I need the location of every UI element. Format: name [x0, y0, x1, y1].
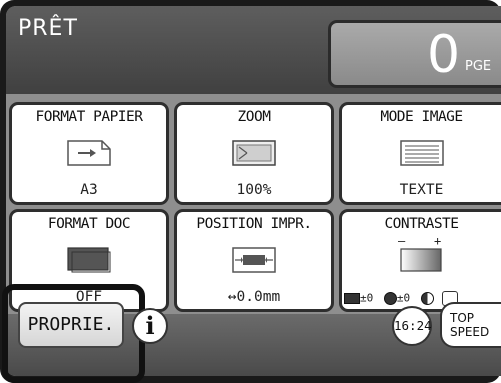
tile-value: TEXTE — [399, 182, 444, 198]
printer-panel: PRÊT 0 PGE FORMAT PAPIER A3 ZOOM 100% MO… — [0, 0, 501, 383]
counter-unit: PGE — [465, 59, 492, 74]
page-counter: 0 PGE — [328, 20, 501, 88]
settings-grid: FORMAT PAPIER A3 ZOOM 100% MODE IMAGE TE… — [6, 94, 501, 314]
tile-paper-size[interactable]: FORMAT PAPIER A3 — [9, 102, 169, 205]
info-button[interactable]: i — [132, 308, 168, 344]
half-tone-icon — [420, 292, 434, 305]
tile-label: CONTRASTE — [384, 216, 459, 232]
speed-label-top: TOP — [450, 311, 475, 325]
custom-button[interactable]: PROPRIE. — [18, 302, 124, 348]
contrast-dial-icon — [383, 292, 397, 305]
tile-contrast[interactable]: CONTRASTE – + ±0 ±0 — [339, 209, 501, 312]
text-mode-icon — [399, 140, 444, 166]
print-position-icon — [232, 247, 276, 273]
tile-image-mode[interactable]: MODE IMAGE TEXTE — [339, 102, 501, 205]
contrast-readout: ±0 — [396, 291, 411, 305]
tile-zoom[interactable]: ZOOM 100% — [174, 102, 334, 205]
tile-label: ZOOM — [237, 109, 271, 125]
status-text: PRÊT — [18, 16, 78, 41]
counter-value: 0 — [427, 25, 461, 85]
contrast-scale-labels: – + — [398, 234, 458, 248]
density-readout: ±0 — [360, 291, 374, 305]
tile-print-position[interactable]: POSITION IMPR. ↔0.0mm — [174, 209, 334, 312]
zoom-icon — [232, 140, 276, 166]
contrast-plus: + — [434, 234, 442, 248]
tile-label: FORMAT DOC — [47, 216, 131, 232]
top-speed-button[interactable]: TOP SPEED — [440, 302, 501, 348]
tile-value: A3 — [80, 182, 98, 198]
tile-value: 100% — [236, 182, 272, 198]
contrast-scale-icon — [400, 248, 442, 272]
tile-label: MODE IMAGE — [380, 109, 463, 125]
tile-label: POSITION IMPR. — [196, 216, 312, 232]
tile-value: ↔0.0mm — [227, 289, 281, 305]
contrast-minus: – — [398, 234, 406, 248]
speed-label-bottom: SPEED — [450, 325, 490, 339]
tile-label: FORMAT PAPIER — [35, 109, 144, 125]
paper-size-icon — [67, 140, 111, 166]
density-icon — [344, 293, 360, 304]
status-bar: PRÊT 0 PGE — [6, 6, 501, 94]
document-format-icon — [67, 247, 111, 273]
clock-button[interactable]: 16:24 — [392, 306, 432, 346]
